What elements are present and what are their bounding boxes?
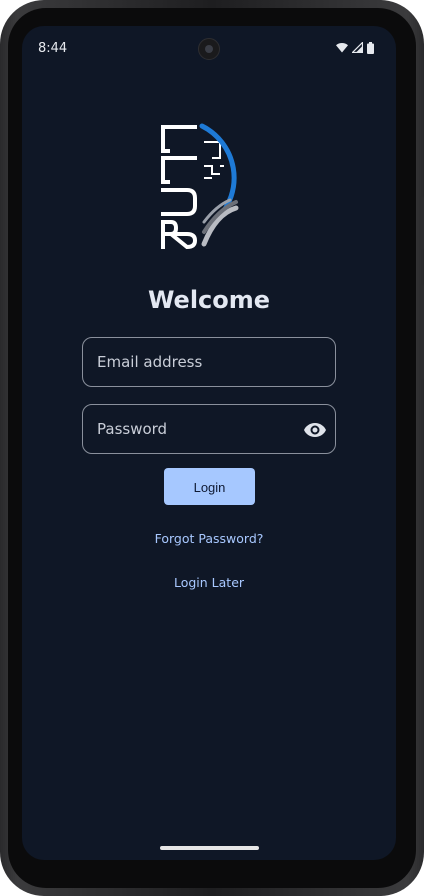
status-bar: 8:44 bbox=[22, 26, 396, 70]
welcome-title: Welcome bbox=[147, 286, 271, 314]
password-input[interactable] bbox=[97, 405, 297, 453]
device-frame: 8:44 Welcome Email address Login Forgot … bbox=[0, 0, 424, 896]
wifi-icon bbox=[336, 43, 348, 53]
cellular-icon bbox=[352, 42, 363, 53]
status-icons bbox=[332, 42, 374, 54]
login-later-link[interactable]: Login Later bbox=[22, 575, 396, 590]
forgot-password-link[interactable]: Forgot Password? bbox=[22, 531, 396, 546]
password-field[interactable] bbox=[82, 404, 336, 454]
front-camera bbox=[198, 38, 220, 60]
status-time: 8:44 bbox=[38, 41, 68, 56]
volume-button bbox=[420, 284, 424, 380]
home-indicator[interactable] bbox=[160, 846, 259, 850]
battery-icon bbox=[367, 42, 374, 54]
eye-icon[interactable] bbox=[303, 418, 327, 442]
login-button[interactable]: Login bbox=[164, 468, 255, 505]
bucc-logo bbox=[160, 122, 262, 252]
power-button bbox=[420, 196, 424, 250]
email-input[interactable] bbox=[97, 338, 297, 386]
email-field[interactable] bbox=[82, 337, 336, 387]
app-screen: 8:44 Welcome Email address Login Forgot … bbox=[22, 26, 396, 860]
